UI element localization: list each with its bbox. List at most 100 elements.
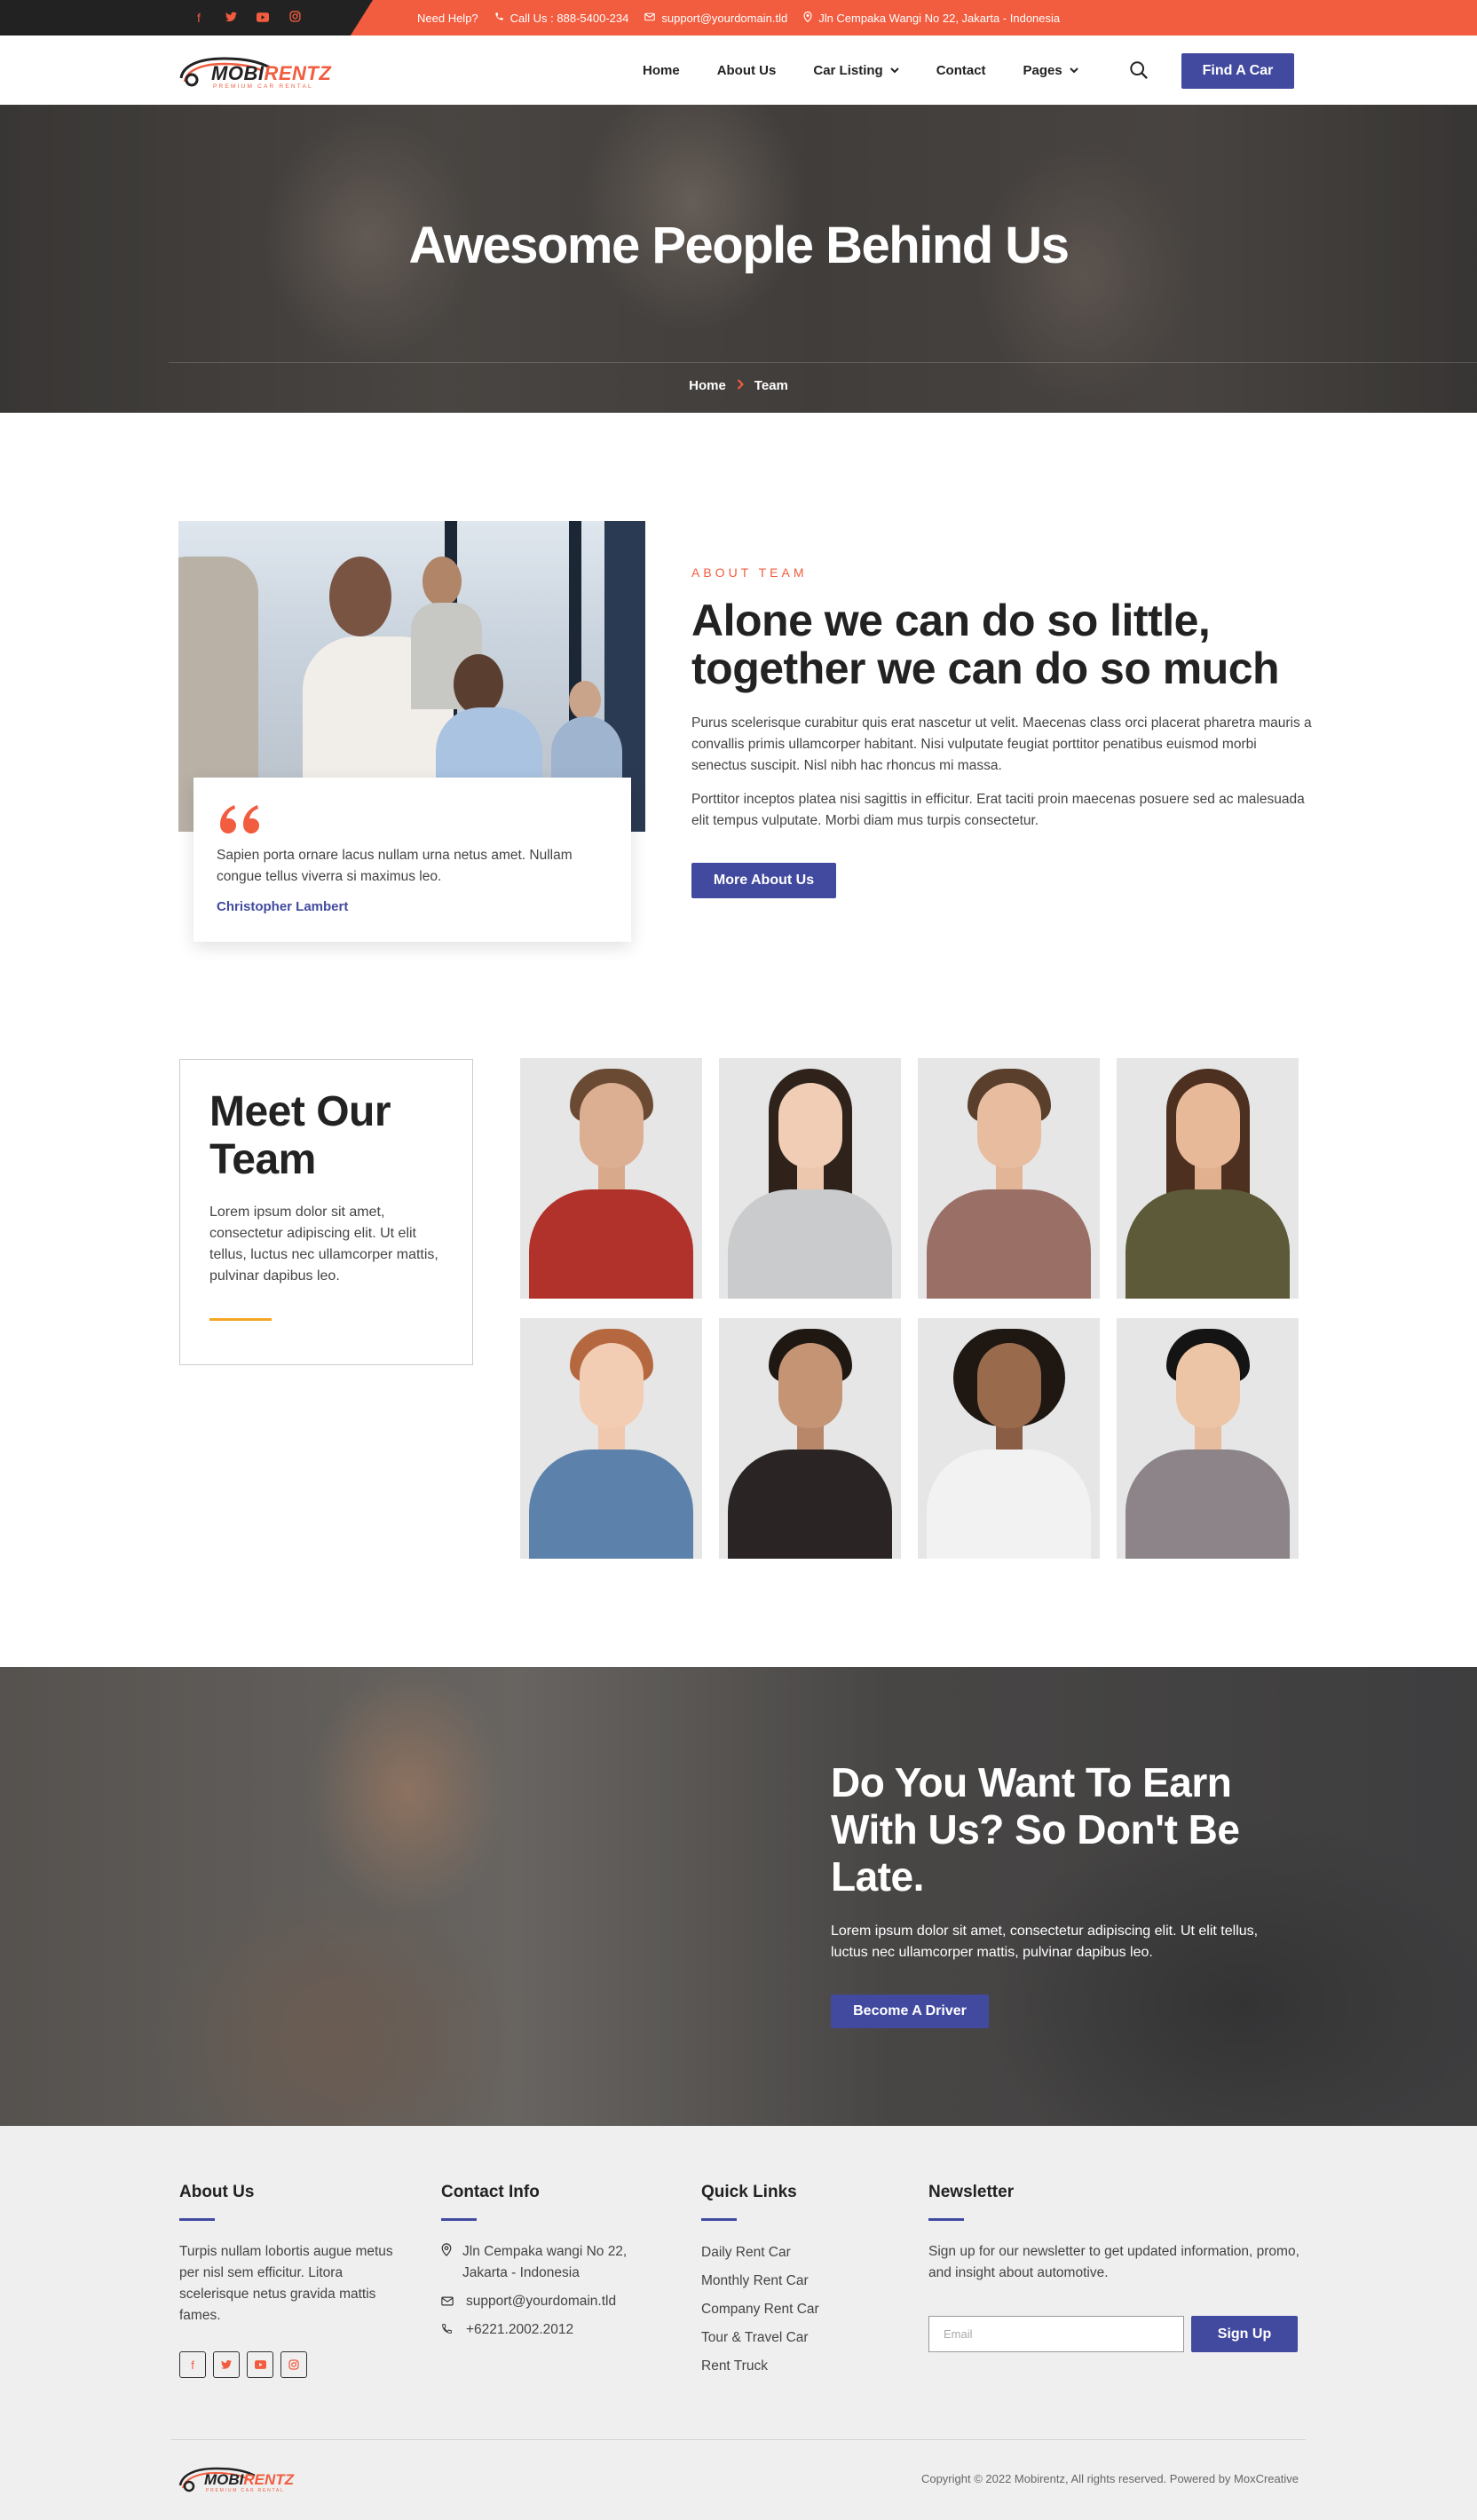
sign-up-button[interactable]: Sign Up — [1191, 2316, 1298, 2352]
meet-team-box: Meet Our Team Lorem ipsum dolor sit amet… — [179, 1059, 473, 1365]
need-help: Need Help? — [417, 11, 478, 25]
footer-logo[interactable]: MOBIRENTZ PREMIUM CAR RENTAL — [178, 2461, 302, 2496]
logo-text: MOBIRENTZ — [204, 2471, 295, 2488]
youtube-icon[interactable] — [247, 2351, 273, 2378]
twitter-icon[interactable] — [224, 11, 238, 25]
top-bar: f Need Help? Call Us : 888-5400-234 supp… — [0, 0, 1477, 36]
team-member-photo[interactable] — [719, 1058, 901, 1299]
search-icon[interactable] — [1129, 60, 1149, 80]
footer-links-title: Quick Links — [701, 2183, 797, 2201]
contact-address: Jln Cempaka wangi No 22, Jakarta - Indon… — [441, 2241, 663, 2284]
hero-divider — [169, 362, 1477, 363]
footer-contact-title: Contact Info — [441, 2183, 540, 2201]
footer-about-text: Turpis nullam lobortis augue metus per n… — [179, 2244, 393, 2323]
newsletter-text: Sign up for our newsletter to get update… — [928, 2244, 1299, 2280]
testimonial-author: Christopher Lambert — [217, 899, 349, 914]
phone-icon — [494, 12, 504, 24]
more-about-us-button[interactable]: More About Us — [691, 863, 836, 898]
facebook-icon[interactable]: f — [179, 2351, 206, 2378]
breadcrumb-home[interactable]: Home — [689, 378, 726, 393]
quick-link[interactable]: Tour & Travel Car — [701, 2324, 879, 2352]
site-footer: About Us Turpis nullam lobortis augue me… — [0, 2126, 1477, 2520]
nav-pages[interactable]: Pages — [1023, 63, 1078, 78]
chevron-down-icon — [1070, 67, 1078, 73]
footer-social-links: f — [179, 2351, 410, 2378]
team-member-photo[interactable] — [918, 1318, 1100, 1559]
main-nav: Home About Us Car Listing Contact Pages — [643, 36, 1078, 105]
heading-underline — [928, 2218, 964, 2221]
page-hero: Awesome People Behind Us Home Team — [0, 105, 1477, 413]
instagram-icon[interactable] — [280, 2351, 307, 2378]
footer-about: About Us Turpis nullam lobortis augue me… — [179, 2183, 410, 2378]
team-member-photo[interactable] — [918, 1058, 1100, 1299]
accent-bar — [209, 1318, 272, 1321]
breadcrumb: Home Team — [0, 378, 1477, 393]
quick-link[interactable]: Daily Rent Car — [701, 2239, 879, 2267]
map-pin-icon — [803, 11, 812, 25]
team-description: Lorem ipsum dolor sit amet, consectetur … — [209, 1205, 438, 1284]
nav-about-us[interactable]: About Us — [717, 63, 777, 78]
cta-text: Lorem ipsum dolor sit amet, consectetur … — [831, 1924, 1259, 1960]
footer-about-title: About Us — [179, 2183, 255, 2201]
footer-quick-links: Quick Links Daily Rent Car Monthly Rent … — [701, 2183, 879, 2381]
heading-underline — [179, 2218, 215, 2221]
find-a-car-button[interactable]: Find A Car — [1181, 53, 1294, 89]
team-member-photo[interactable] — [719, 1318, 901, 1559]
footer-newsletter-title: Newsletter — [928, 2183, 1015, 2201]
page-title: Awesome People Behind Us — [408, 217, 1070, 274]
facebook-icon[interactable]: f — [192, 11, 206, 25]
instagram-icon[interactable] — [288, 11, 302, 25]
mail-icon — [644, 12, 656, 24]
map-pin-icon — [441, 2241, 452, 2284]
team-member-photo[interactable] — [1117, 1058, 1299, 1299]
about-paragraph-1: Purus scelerisque curabitur quis erat na… — [691, 715, 1312, 773]
chevron-down-icon — [889, 67, 899, 73]
team-member-photo[interactable] — [520, 1318, 702, 1559]
twitter-icon[interactable] — [213, 2351, 240, 2378]
top-social-links: f — [192, 0, 302, 36]
logo-tagline: PREMIUM CAR RENTAL — [206, 2488, 285, 2493]
breadcrumb-current: Team — [754, 378, 788, 393]
logo-text: MOBIRENTZ — [211, 62, 332, 84]
email-field[interactable]: Email — [928, 2316, 1184, 2352]
testimonial-text: Sapien porta ornare lacus nullam urna ne… — [217, 848, 573, 884]
heading-underline — [701, 2218, 737, 2221]
youtube-icon[interactable] — [256, 11, 270, 25]
site-header: MOBIRENTZ PREMIUM CAR RENTAL Home About … — [0, 36, 1477, 105]
contact-email[interactable]: support@yourdomain.tld — [441, 2291, 663, 2312]
quote-icon — [217, 790, 259, 847]
quick-link[interactable]: Rent Truck — [701, 2352, 879, 2381]
become-driver-section: Do You Want To Earn With Us? So Don't Be… — [0, 1667, 1477, 2126]
contact-list: Jln Cempaka wangi No 22, Jakarta - Indon… — [441, 2241, 663, 2341]
phone-icon — [441, 2319, 455, 2341]
copyright-text: Copyright © 2022 Mobirentz, All rights r… — [920, 2472, 1299, 2485]
logo-tagline: PREMIUM CAR RENTAL — [213, 83, 313, 90]
nav-home[interactable]: Home — [643, 63, 680, 78]
mail-icon — [441, 2291, 455, 2312]
about-title: Alone we can do so little, together we c… — [691, 596, 1280, 693]
testimonial-card: Sapien porta ornare lacus nullam urna ne… — [194, 778, 631, 942]
chevron-right-icon — [737, 378, 744, 393]
footer-newsletter: Newsletter Sign up for our newsletter to… — [928, 2183, 1301, 2360]
footer-divider — [171, 2439, 1306, 2440]
team-title: Meet Our Team — [209, 1088, 391, 1183]
top-phone[interactable]: Call Us : 888-5400-234 — [494, 12, 628, 25]
become-driver-button[interactable]: Become A Driver — [831, 1995, 989, 2028]
team-member-photo[interactable] — [1117, 1318, 1299, 1559]
heading-underline — [441, 2218, 477, 2221]
team-member-photo[interactable] — [520, 1058, 702, 1299]
quick-links-list: Daily Rent Car Monthly Rent Car Company … — [701, 2239, 879, 2381]
footer-contact: Contact Info Jln Cempaka wangi No 22, Ja… — [441, 2183, 663, 2348]
nav-car-listing[interactable]: Car Listing — [813, 63, 899, 78]
contact-phone[interactable]: +6221.2002.2012 — [441, 2319, 663, 2341]
nav-contact[interactable]: Contact — [936, 63, 986, 78]
section-eyebrow: ABOUT TEAM — [691, 565, 808, 580]
top-email[interactable]: support@yourdomain.tld — [644, 12, 787, 25]
top-address: Jln Cempaka Wangi No 22, Jakarta - Indon… — [803, 11, 1060, 25]
quick-link[interactable]: Company Rent Car — [701, 2295, 879, 2324]
quick-link[interactable]: Monthly Rent Car — [701, 2267, 879, 2295]
cta-title: Do You Want To Earn With Us? So Don't Be… — [831, 1759, 1240, 1900]
site-logo[interactable]: MOBIRENTZ PREMIUM CAR RENTAL — [178, 48, 337, 92]
top-contact-info: Need Help? Call Us : 888-5400-234 suppor… — [417, 0, 1060, 36]
top-bar-dark-panel — [0, 0, 373, 36]
